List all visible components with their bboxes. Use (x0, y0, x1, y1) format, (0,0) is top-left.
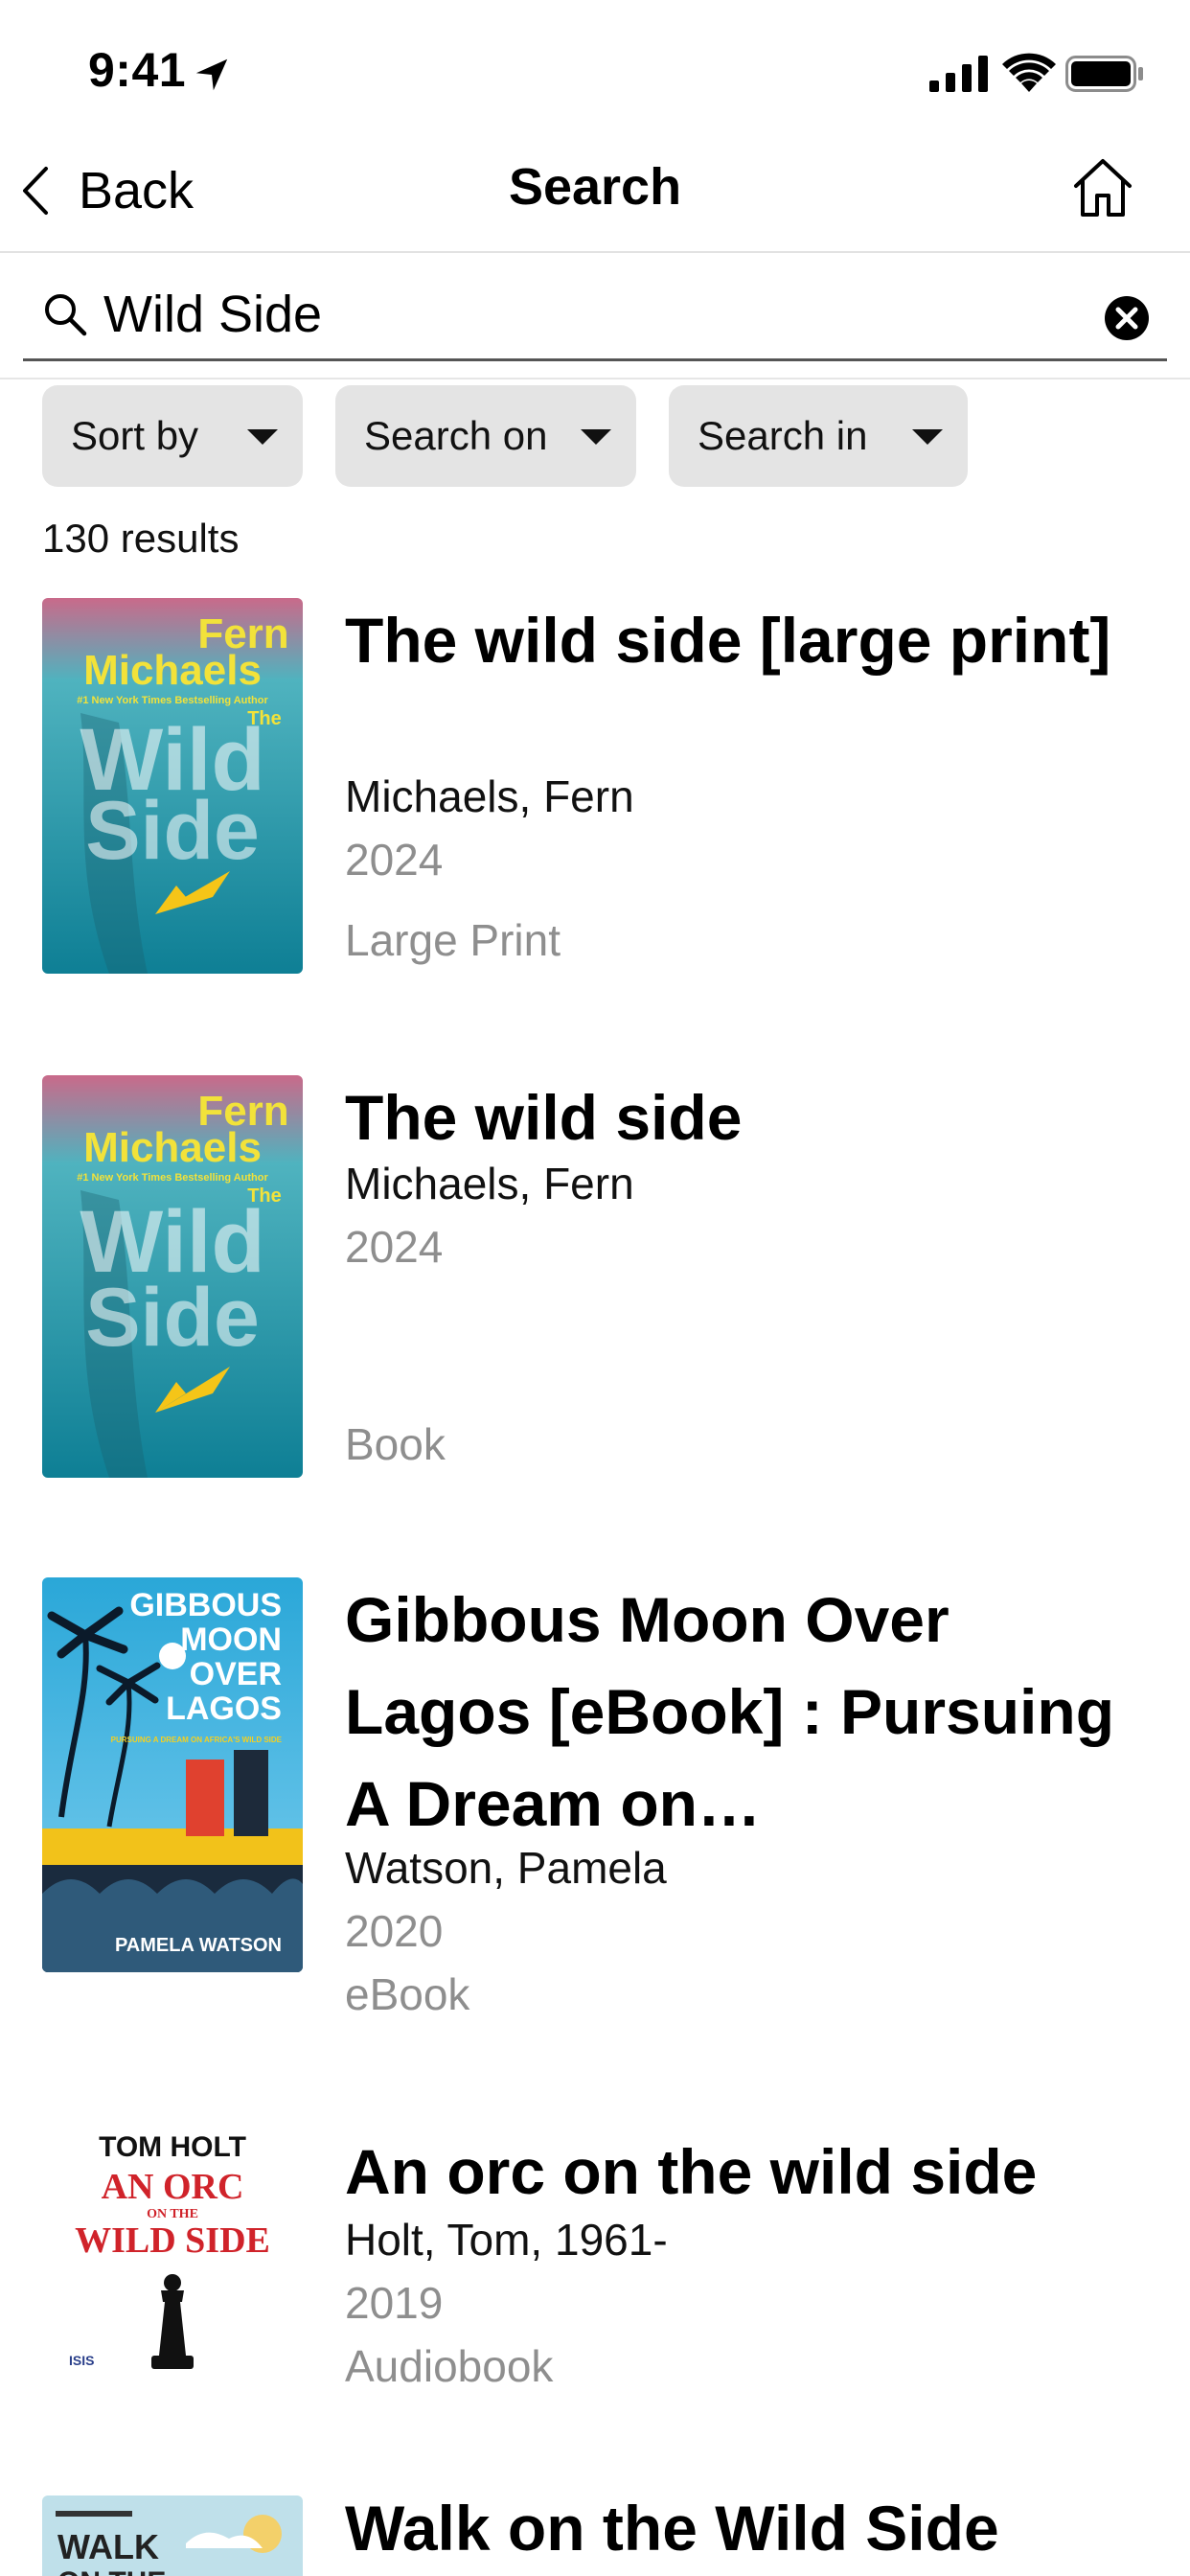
caret-down-icon (247, 429, 278, 445)
cover-text: WALK (57, 2527, 159, 2566)
cover-text: Michaels (83, 647, 262, 694)
location-arrow-icon (195, 58, 228, 91)
book-cover: GIBBOUS MOON OVER LAGOS PURSUING A DREAM… (42, 1577, 303, 1972)
result-title: Gibbous Moon Over Lagos [eBook] : Pursui… (345, 1584, 1115, 1839)
cover-text: LAGOS (166, 1690, 282, 1727)
sort-by-label: Sort by (71, 413, 199, 458)
nav-divider (0, 251, 1190, 253)
result-author: Watson, Pamela (345, 1843, 667, 1893)
cover-text: #1 New York Times Bestselling Author (77, 1172, 268, 1184)
result-author: Michaels, Fern (345, 771, 634, 821)
result-item[interactable]: Fern Michaels #1 New York Times Bestsell… (0, 594, 1190, 997)
cover-text: Michaels (83, 1124, 262, 1171)
battery-icon (1065, 56, 1143, 92)
page-title: Search (508, 158, 682, 216)
search-underline (23, 358, 1167, 361)
result-year: 2020 (345, 1906, 444, 1956)
cover-text: MOON (180, 1622, 282, 1658)
cover-text: GIBBOUS (129, 1587, 282, 1623)
cover-text: #1 New York Times Bestselling Author (77, 695, 268, 706)
search-on-label: Search on (364, 413, 548, 458)
result-author: Holt, Tom, 1961- (345, 2215, 668, 2265)
cover-text: AN ORC (102, 2167, 244, 2207)
result-title: The wild side (345, 1082, 743, 1153)
book-cover: TOM HOLT AN ORC ON THE WILD SIDE ISIS (42, 2122, 303, 2409)
result-item[interactable]: Fern Michaels #1 New York Times Bestsell… (0, 1071, 1190, 1493)
search-in-dropdown[interactable]: Search in (669, 385, 968, 487)
result-year: 2019 (345, 2278, 444, 2328)
status-time: 9:41 (88, 43, 187, 97)
book-cover: WALK ON THE (42, 2496, 303, 2576)
wifi-icon (1002, 53, 1056, 92)
result-item[interactable]: TOM HOLT AN ORC ON THE WILD SIDE ISIS An… (0, 2122, 1190, 2413)
clear-search-icon[interactable] (1104, 295, 1150, 341)
result-title: The wild side [large print] (345, 605, 1111, 676)
book-cover: Fern Michaels #1 New York Times Bestsell… (42, 1075, 303, 1478)
cover-text: ON THE (147, 2207, 198, 2221)
result-format: eBook (345, 1969, 470, 2019)
search-on-dropdown[interactable]: Search on (335, 385, 636, 487)
result-title: An orc on the wild side (345, 2136, 1038, 2207)
cover-text: TOM HOLT (99, 2131, 246, 2163)
book-cover: Fern Michaels #1 New York Times Bestsell… (42, 598, 303, 974)
result-year: 2024 (345, 1222, 444, 1272)
caret-down-icon (912, 429, 943, 445)
cover-text: Side (85, 1272, 260, 1364)
result-title: Walk on the Wild Side (345, 2493, 999, 2564)
cover-text: WILD SIDE (75, 2220, 270, 2261)
cover-text: ON THE (57, 2566, 166, 2576)
cover-text: Side (85, 785, 260, 877)
result-format: Book (345, 1419, 446, 1469)
result-year: 2024 (345, 835, 444, 885)
result-item[interactable]: WALK ON THE Walk on the Wild Side (0, 2488, 1190, 2576)
caret-down-icon (581, 429, 611, 445)
result-author: Michaels, Fern (345, 1159, 634, 1208)
cellular-signal-icon (929, 56, 988, 92)
cover-text: OVER (190, 1656, 282, 1692)
search-icon (45, 294, 87, 336)
cover-text: PURSUING A DREAM ON AFRICA'S WILD SIDE (111, 1736, 283, 1744)
cover-text: ISIS (69, 2353, 94, 2368)
search-in-label: Search in (698, 413, 868, 458)
result-item[interactable]: GIBBOUS MOON OVER LAGOS PURSUING A DREAM… (0, 1574, 1190, 2034)
cover-text: PAMELA WATSON (115, 1935, 282, 1956)
results-count: 130 results (42, 516, 240, 561)
search-input[interactable] (103, 278, 1081, 351)
search-divider (0, 378, 1190, 380)
sort-by-dropdown[interactable]: Sort by (42, 385, 303, 487)
home-icon[interactable] (1071, 157, 1134, 218)
result-format: Audiobook (345, 2341, 554, 2391)
result-format: Large Print (345, 915, 561, 965)
